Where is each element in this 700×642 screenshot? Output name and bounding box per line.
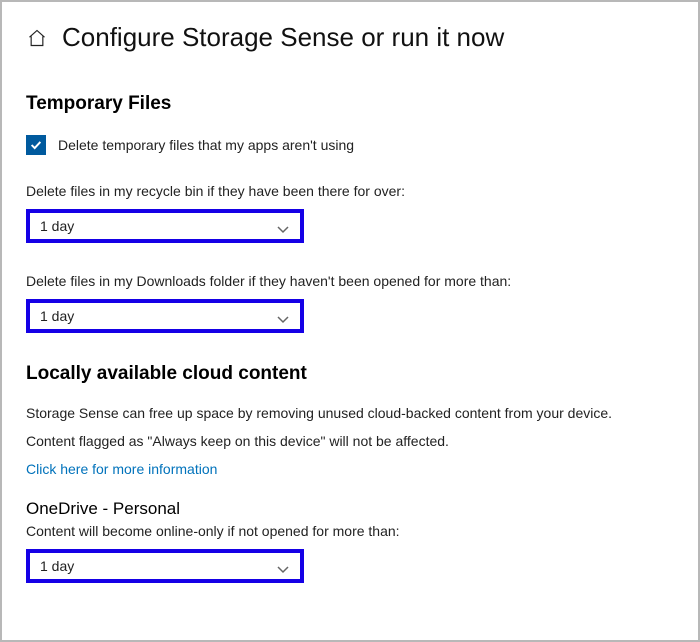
page-title: Configure Storage Sense or run it now: [62, 22, 504, 53]
section-cloud-content: Locally available cloud content Storage …: [26, 363, 674, 583]
chevron-down-icon: [276, 221, 290, 231]
checkbox-delete-temp[interactable]: [26, 135, 46, 155]
home-icon[interactable]: [26, 27, 48, 49]
section-temporary-files: Temporary Files Delete temporary files t…: [26, 93, 674, 333]
link-more-info[interactable]: Click here for more information: [26, 461, 217, 477]
cloud-description-1: Storage Sense can free up space by remov…: [26, 405, 674, 421]
onedrive-title: OneDrive - Personal: [26, 499, 674, 519]
label-recycle-bin: Delete files in my recycle bin if they h…: [26, 183, 674, 199]
checkbox-row-delete-temp: Delete temporary files that my apps aren…: [26, 135, 674, 155]
select-onedrive[interactable]: 1 day: [26, 549, 304, 583]
select-value-downloads: 1 day: [40, 308, 74, 324]
check-icon: [29, 138, 43, 152]
section-title-cloud: Locally available cloud content: [26, 363, 674, 385]
select-downloads[interactable]: 1 day: [26, 299, 304, 333]
page-header: Configure Storage Sense or run it now: [26, 22, 674, 53]
select-value-onedrive: 1 day: [40, 558, 74, 574]
checkbox-label-delete-temp: Delete temporary files that my apps aren…: [58, 137, 354, 153]
chevron-down-icon: [276, 311, 290, 321]
label-downloads: Delete files in my Downloads folder if t…: [26, 273, 674, 289]
select-recycle-bin[interactable]: 1 day: [26, 209, 304, 243]
chevron-down-icon: [276, 561, 290, 571]
select-value-recycle-bin: 1 day: [40, 218, 74, 234]
section-title-temporary-files: Temporary Files: [26, 93, 674, 115]
cloud-description-2: Content flagged as "Always keep on this …: [26, 433, 674, 449]
label-onedrive: Content will become online-only if not o…: [26, 523, 674, 539]
